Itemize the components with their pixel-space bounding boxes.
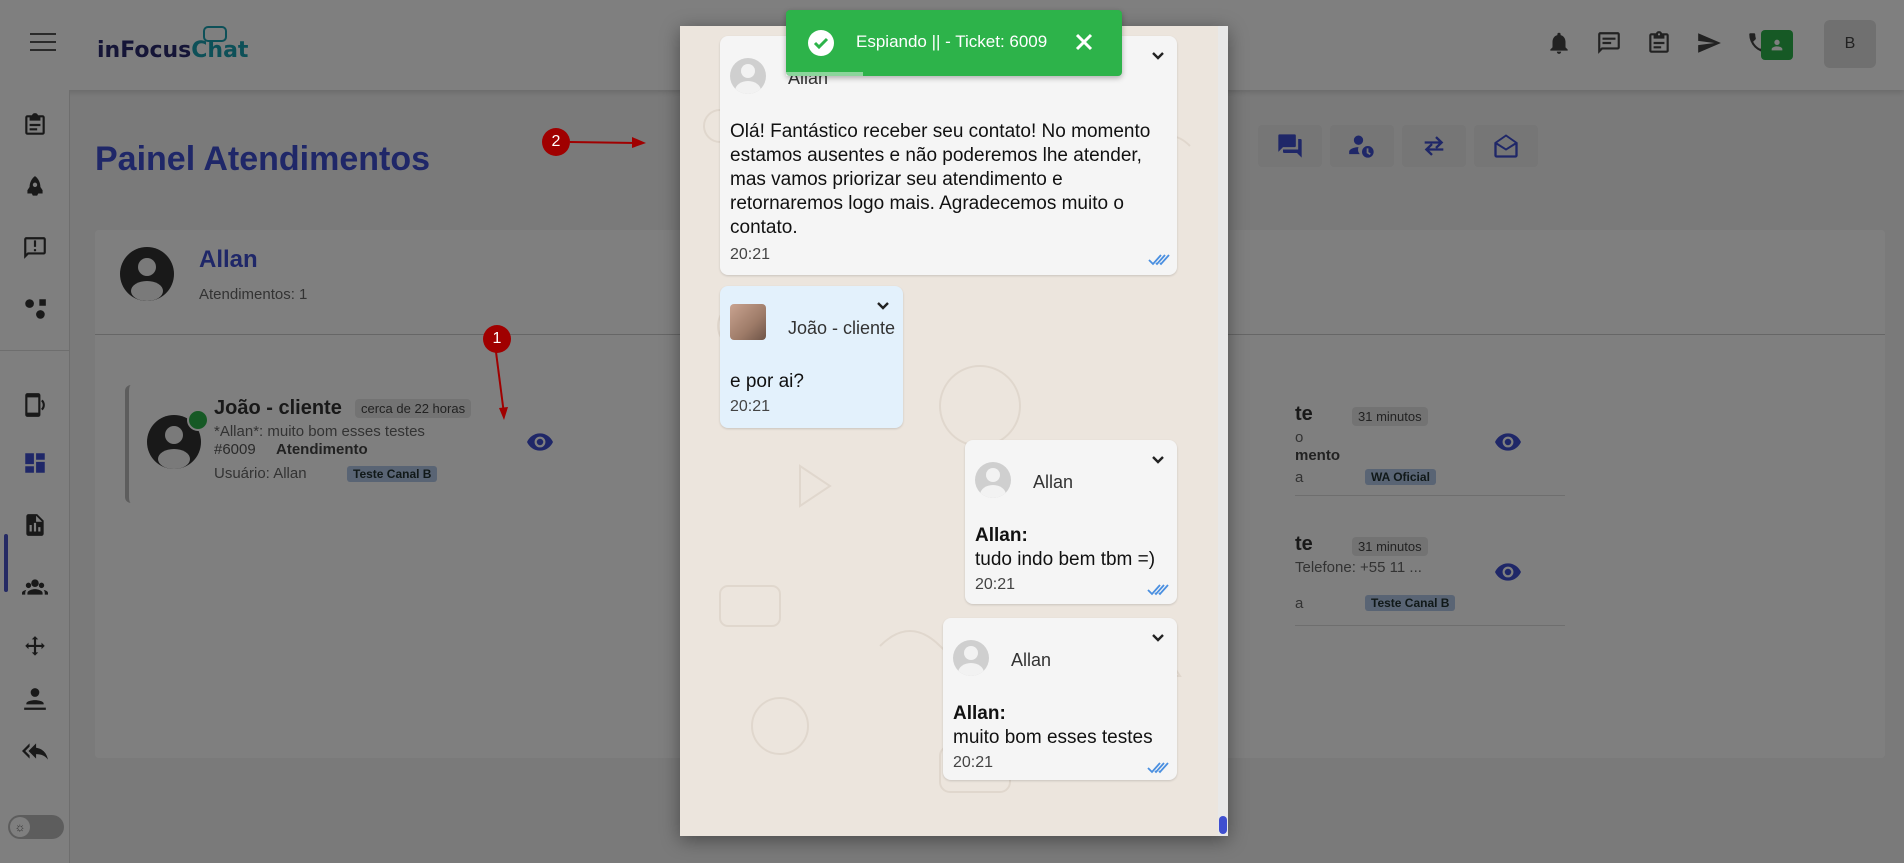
chevron-down-icon[interactable] xyxy=(1150,452,1166,468)
sender-avatar xyxy=(730,58,766,94)
annotation-arrow-2 xyxy=(570,137,646,148)
message-text: muito bom esses testes xyxy=(953,727,1153,748)
sender-name: Allan xyxy=(1011,650,1052,670)
sender-name: Allan xyxy=(1033,472,1074,492)
message-time: 20:21 xyxy=(730,246,771,263)
message-time: 20:21 xyxy=(953,754,994,771)
chevron-down-icon[interactable] xyxy=(1150,48,1166,64)
chat-message-outgoing: Allan Allan: tudo indo bem tbm =) 20:21 xyxy=(965,440,1177,604)
message-text: e por ai? xyxy=(730,371,804,392)
sender-avatar xyxy=(975,462,1011,498)
spy-chat-modal: Allan Olá! Fantástico receber seu contat… xyxy=(680,26,1228,836)
chevron-down-icon[interactable] xyxy=(875,298,891,314)
sender-name: João - cliente xyxy=(788,318,896,338)
double-check-icon xyxy=(1148,252,1170,266)
chat-scrollbar[interactable] xyxy=(1218,26,1228,836)
check-circle-icon xyxy=(808,30,834,56)
chat-message-outgoing: Allan Allan: muito bom esses testes 20:2… xyxy=(943,618,1177,780)
sender-avatar xyxy=(953,640,989,676)
chat-message-incoming: João - cliente e por ai? 20:21 xyxy=(720,286,903,428)
annotation-marker-1: 1 xyxy=(483,325,511,353)
close-icon[interactable] xyxy=(1072,30,1096,54)
chevron-down-icon[interactable] xyxy=(1150,630,1166,646)
contact-photo-avatar xyxy=(730,304,766,340)
message-text: Olá! Fantástico receber seu contato! No … xyxy=(730,121,1151,238)
message-sender-prefix: Allan: xyxy=(953,703,1006,724)
chat-scrollbar-thumb[interactable] xyxy=(1219,816,1227,834)
toast-progress-bar xyxy=(786,72,864,76)
message-sender-prefix: Allan: xyxy=(975,525,1028,546)
double-check-icon xyxy=(1147,760,1169,774)
success-toast: Espiando || - Ticket: 6009 xyxy=(786,10,1122,76)
toast-message: Espiando || - Ticket: 6009 xyxy=(856,32,1048,51)
message-text: tudo indo bem tbm =) xyxy=(975,549,1156,570)
annotation-marker-2: 2 xyxy=(542,128,570,156)
annotation-arrow-1 xyxy=(495,352,508,420)
message-time: 20:21 xyxy=(730,398,771,415)
message-time: 20:21 xyxy=(975,576,1016,593)
double-check-icon xyxy=(1147,582,1169,596)
